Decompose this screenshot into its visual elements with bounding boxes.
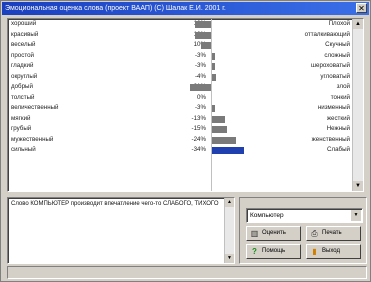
scale-row[interactable]: величественный -3% низменный xyxy=(8,103,352,114)
right-adjective: тонкий xyxy=(330,93,350,101)
value-bar xyxy=(201,42,211,49)
scroll-up-icon[interactable]: ▲ xyxy=(353,19,363,29)
value-bar xyxy=(212,63,215,70)
left-adjective: толстый xyxy=(11,93,35,101)
value-bar xyxy=(212,73,216,81)
right-adjective: сложный xyxy=(324,51,350,59)
status-bar xyxy=(7,266,367,279)
chevron-down-icon[interactable]: ▼ xyxy=(351,210,361,221)
percent-value: -3% xyxy=(194,51,206,59)
left-adjective: красивый xyxy=(11,30,39,38)
right-adjective: шероховатый xyxy=(311,62,350,69)
scale-row[interactable]: гладкий -3% шероховатый xyxy=(8,61,352,72)
scroll-down-icon[interactable]: ▼ xyxy=(353,181,363,191)
value-bar xyxy=(195,31,211,39)
left-adjective: мягкий xyxy=(11,114,31,122)
percent-value: 0% xyxy=(197,93,206,101)
word-combo-value: Компьютер xyxy=(250,212,284,219)
evaluate-button[interactable]: ▥ Оценить xyxy=(246,226,301,241)
percent-value: -3% xyxy=(194,62,206,69)
left-adjective: мужественный xyxy=(11,135,54,143)
left-adjective: сильный xyxy=(11,146,36,153)
app-window: Эмоциональная оценка слова (проект ВААП)… xyxy=(0,0,371,282)
right-adjective: жесткий xyxy=(326,114,350,122)
right-adjective: Нежный xyxy=(326,125,350,132)
help-label: Помощь xyxy=(262,248,286,254)
scale-row[interactable]: грубый -15% Нежный xyxy=(8,124,352,135)
right-adjective: женственный xyxy=(311,135,350,143)
value-bar xyxy=(212,136,236,144)
left-adjective: округлый xyxy=(11,72,38,80)
evaluate-label: Оценить xyxy=(262,230,286,236)
scale-row[interactable]: сильный -34% Слабый xyxy=(8,145,352,156)
help-icon: ? xyxy=(252,247,257,256)
left-adjective: веселый xyxy=(11,41,36,48)
exit-button[interactable]: ▮ Выход xyxy=(306,244,361,259)
help-button[interactable]: ? Помощь xyxy=(246,244,301,259)
value-bar xyxy=(212,126,227,133)
left-adjective: величественный xyxy=(11,104,59,111)
percent-value: -13% xyxy=(191,114,206,122)
print-button[interactable]: ⎙ Печать xyxy=(306,226,361,241)
scale-row[interactable]: веселый 10% Скучный xyxy=(8,40,352,51)
percent-value: -15% xyxy=(191,125,206,132)
scale-row[interactable]: мужественный -24% женственный xyxy=(8,135,352,146)
control-panel: Компьютер ▼ ▥ Оценить ⎙ Печать ? Помощь … xyxy=(239,197,367,264)
percent-value: -4% xyxy=(194,72,206,80)
right-adjective: Слабый xyxy=(327,146,350,153)
scale-row[interactable]: добрый21%злой xyxy=(8,82,352,93)
right-adjective: Плохой xyxy=(328,20,350,27)
close-button[interactable]: ✕ xyxy=(356,3,367,13)
memo-scroll-down-icon[interactable]: ▼ xyxy=(225,254,234,263)
right-adjective: Скучный xyxy=(325,41,350,48)
scale-row[interactable]: хороший16%Плохой xyxy=(8,19,352,30)
printer-icon: ⎙ xyxy=(311,229,318,238)
left-adjective: добрый xyxy=(11,83,33,90)
percent-value: -24% xyxy=(191,135,206,143)
memo-scroll-up-icon[interactable]: ▲ xyxy=(225,198,234,207)
scale-row[interactable]: толстый 0% тонкий xyxy=(8,93,352,104)
result-text: Слово КОМПЬЮТЕР производит впечатление ч… xyxy=(11,201,219,207)
left-adjective: гладкий xyxy=(11,62,34,69)
value-bar xyxy=(190,84,211,91)
print-label: Печать xyxy=(322,230,342,236)
scale-row[interactable]: красивый16%отталкивающий xyxy=(8,30,352,41)
exit-label: Выход xyxy=(322,248,340,254)
right-adjective: низменный xyxy=(317,104,350,111)
percent-value: 10% xyxy=(193,41,206,48)
word-combo[interactable]: Компьютер ▼ xyxy=(246,208,363,223)
scale-row[interactable]: простой -3% сложный xyxy=(8,51,352,62)
scale-rows: хороший16%Плохойкрасивый16%отталкивающий… xyxy=(8,19,352,156)
left-adjective: простой xyxy=(11,51,34,59)
left-adjective: хороший xyxy=(11,20,37,27)
right-adjective: злой xyxy=(336,83,350,90)
left-adjective: грубый xyxy=(11,125,32,132)
memo-scrollbar[interactable]: ▲ ▼ xyxy=(224,198,234,263)
scale-row[interactable]: мягкий -13% жесткий xyxy=(8,114,352,125)
window-title: Эмоциональная оценка слова (проект ВААП)… xyxy=(5,5,226,12)
scale-row[interactable]: округлый -4% угловатый xyxy=(8,72,352,83)
value-bar xyxy=(212,105,215,112)
percent-value: -3% xyxy=(194,104,206,111)
right-adjective: отталкивающий xyxy=(304,30,350,38)
calculator-icon: ▥ xyxy=(250,229,259,238)
value-bar xyxy=(212,115,225,123)
exit-door-icon: ▮ xyxy=(312,247,317,256)
list-scrollbar[interactable]: ▲ ▼ xyxy=(352,19,363,191)
percent-value: -34% xyxy=(191,146,206,153)
result-memo[interactable]: Слово КОМПЬЮТЕР производит впечатление ч… xyxy=(7,197,235,264)
value-bar xyxy=(212,52,215,60)
scale-list[interactable]: хороший16%Плохойкрасивый16%отталкивающий… xyxy=(7,18,364,192)
right-adjective: угловатый xyxy=(320,72,350,80)
title-bar[interactable]: Эмоциональная оценка слова (проект ВААП)… xyxy=(2,2,369,15)
value-bar xyxy=(195,21,211,28)
value-bar xyxy=(212,147,244,154)
